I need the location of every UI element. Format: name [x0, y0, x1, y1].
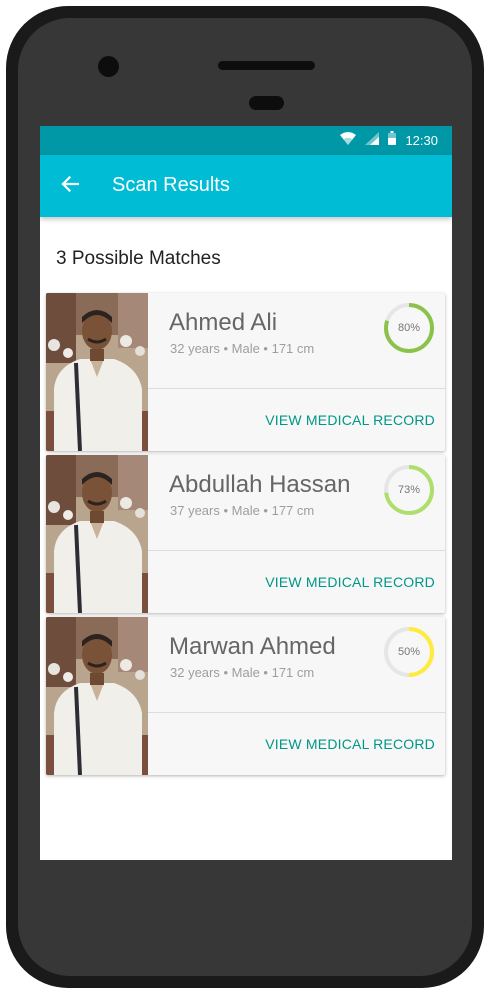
- matches-heading: 3 Possible Matches: [56, 248, 221, 269]
- match-score-gauge: 80%: [382, 301, 436, 355]
- match-card[interactable]: Marwan Ahmed 32 years • Male • 171 cm 50% V…: [46, 617, 445, 775]
- status-time: 12:30: [405, 133, 438, 148]
- match-details: 32 years • Male • 171 cm: [170, 341, 315, 356]
- app-screen: 12:30 Scan Results 3 Possible Matches Ah…: [40, 126, 452, 860]
- match-score-gauge: 73%: [382, 463, 436, 517]
- match-photo: [46, 617, 148, 775]
- status-bar: 12:30: [40, 126, 452, 155]
- page-title: Scan Results: [112, 174, 230, 196]
- match-photo: [46, 455, 148, 613]
- match-score-gauge: 50%: [382, 625, 436, 679]
- card-divider: [148, 712, 445, 713]
- card-divider: [148, 550, 445, 551]
- back-button[interactable]: [54, 170, 86, 202]
- match-photo: [46, 293, 148, 451]
- match-details: 37 years • Male • 177 cm: [170, 503, 315, 518]
- front-camera: [98, 56, 119, 77]
- match-card[interactable]: Abdullah Hassan 37 years • Male • 177 cm 7…: [46, 455, 445, 613]
- wifi-icon: [340, 131, 357, 150]
- view-medical-record-button[interactable]: VIEW MEDICAL RECORD: [265, 412, 435, 428]
- proximity-sensor: [249, 96, 284, 110]
- view-medical-record-button[interactable]: VIEW MEDICAL RECORD: [265, 574, 435, 590]
- match-card[interactable]: Ahmed Ali 32 years • Male • 171 cm 80% VIEW…: [46, 293, 445, 451]
- arrow-back-icon: [61, 175, 80, 197]
- match-name: Ahmed Ali: [169, 309, 278, 336]
- match-score-label: 73%: [397, 484, 421, 496]
- match-details: 32 years • Male • 171 cm: [170, 665, 315, 680]
- match-score-label: 50%: [397, 646, 421, 658]
- view-medical-record-button[interactable]: VIEW MEDICAL RECORD: [265, 736, 435, 752]
- match-name: Marwan Ahmed: [169, 633, 336, 660]
- card-divider: [148, 388, 445, 389]
- match-name: Abdullah Hassan: [169, 471, 351, 498]
- earpiece-speaker: [218, 61, 315, 70]
- battery-icon: [388, 131, 397, 150]
- signal-icon: [365, 131, 380, 150]
- match-score-label: 80%: [397, 322, 421, 334]
- app-bar: Scan Results: [40, 155, 452, 217]
